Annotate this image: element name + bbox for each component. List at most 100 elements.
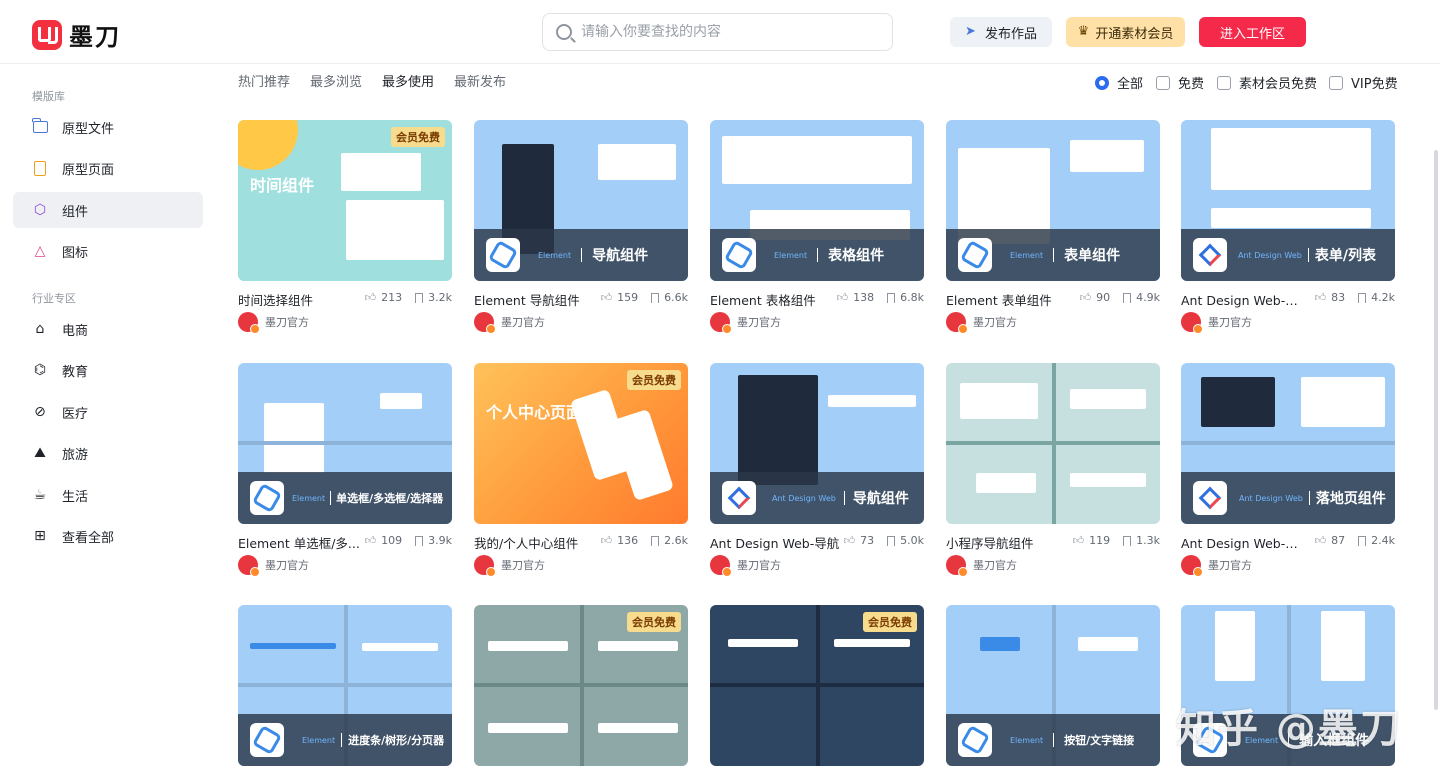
publish-button[interactable]: ➤ 发布作品 — [950, 17, 1052, 47]
template-card[interactable]: Ant Design Web 落地页组件 Ant Design Web-落...… — [1181, 363, 1395, 577]
card-thumbnail[interactable]: Element 按钮/文字链接 — [946, 605, 1160, 766]
sidebar-item-ecommerce[interactable]: ⌂ 电商 — [13, 311, 203, 347]
card-thumbnail[interactable]: 会员免费 — [474, 605, 688, 766]
search-box[interactable] — [542, 13, 893, 51]
template-card[interactable]: Element 单选框/多选框/选择器 Element 单选框/多... 👍︎ 1… — [238, 363, 452, 577]
sidebar-item-prototype-pages[interactable]: 原型页面 — [13, 150, 203, 186]
card-thumbnail[interactable]: 时间组件 会员免费 — [238, 120, 452, 281]
thumbs-up-icon[interactable]: 👍︎ — [1080, 291, 1092, 304]
thumbs-up-icon[interactable]: 👍︎ — [1315, 291, 1327, 304]
filter-material-member-free[interactable]: 素材会员免费 — [1217, 73, 1317, 92]
sidebar-item-travel[interactable]: ⛰ 旅游 — [13, 435, 203, 471]
checkbox[interactable] — [1217, 75, 1231, 90]
template-card[interactable]: Element 表单组件 Element 表单组件 👍︎ 90 4.9k 墨刀官方 — [946, 120, 1160, 334]
tab-most-used[interactable]: 最多使用 — [382, 71, 434, 90]
logo[interactable]: 墨刀 — [32, 17, 121, 52]
card-author[interactable]: 墨刀官方 — [474, 312, 545, 334]
card-title[interactable]: Element 单选框/多... — [238, 533, 362, 552]
card-thumbnail[interactable]: Ant Design Web 表单/列表 — [1181, 120, 1395, 281]
search-input[interactable] — [581, 24, 871, 40]
paper-plane-icon: ➤ — [964, 24, 976, 39]
template-card[interactable]: 会员免费 — [710, 605, 924, 766]
template-card[interactable]: 会员免费 — [474, 605, 688, 766]
card-thumbnail[interactable]: Element 单选框/多选框/选择器 — [238, 363, 452, 524]
bookmark-icon[interactable] — [415, 535, 424, 546]
card-thumbnail[interactable]: Ant Design Web 导航组件 — [710, 363, 924, 524]
card-author[interactable]: 墨刀官方 — [238, 312, 309, 334]
template-card[interactable]: 小程序导航组件 👍︎ 119 1.3k 墨刀官方 — [946, 363, 1160, 577]
thumbs-up-icon[interactable]: 👍︎ — [1315, 534, 1327, 547]
card-thumbnail[interactable]: Element 表格组件 — [710, 120, 924, 281]
card-thumbnail[interactable]: 会员免费 — [710, 605, 924, 766]
thumbs-up-icon[interactable]: 👍︎ — [844, 534, 856, 547]
template-card[interactable]: Ant Design Web 表单/列表 Ant Design Web-表...… — [1181, 120, 1395, 334]
template-card[interactable]: Element 导航组件 Element 导航组件 👍︎ 159 6.6k 墨刀官… — [474, 120, 688, 334]
card-thumbnail[interactable]: Element 进度条/树形/分页器 — [238, 605, 452, 766]
bookmark-icon[interactable] — [1123, 535, 1132, 546]
card-author[interactable]: 墨刀官方 — [1181, 312, 1252, 334]
bookmark-icon[interactable] — [1123, 292, 1132, 303]
bookmark-icon[interactable] — [1358, 535, 1367, 546]
sidebar-item-components[interactable]: ⬡ 组件 — [13, 192, 203, 228]
filter-free[interactable]: 免费 — [1156, 73, 1204, 92]
thumbs-up-icon[interactable]: 👍︎ — [601, 291, 613, 304]
card-author[interactable]: 墨刀官方 — [710, 312, 781, 334]
bookmark-icon[interactable] — [887, 292, 896, 303]
template-card[interactable]: 时间组件 会员免费 时间选择组件 👍︎ 213 3.2k 墨刀官方 — [238, 120, 452, 334]
template-card[interactable]: Ant Design Web 导航组件 Ant Design Web-导航 👍︎… — [710, 363, 924, 577]
member-label: 开通素材会员 — [1095, 26, 1174, 42]
template-card[interactable]: Element 进度条/树形/分页器 — [238, 605, 452, 766]
card-author[interactable]: 墨刀官方 — [474, 555, 545, 577]
scrollbar[interactable] — [1434, 150, 1438, 710]
card-author[interactable]: 墨刀官方 — [710, 555, 781, 577]
card-title[interactable]: 小程序导航组件 — [946, 533, 1076, 552]
filter-all[interactable]: 全部 — [1095, 73, 1143, 92]
card-title[interactable]: Element 表单组件 — [946, 290, 1076, 309]
thumbs-up-icon[interactable]: 👍︎ — [837, 291, 849, 304]
card-author[interactable]: 墨刀官方 — [238, 555, 309, 577]
card-author[interactable]: 墨刀官方 — [946, 312, 1017, 334]
sidebar-item-view-all[interactable]: ⊞ 查看全部 — [13, 518, 203, 554]
card-thumbnail[interactable]: Ant Design Web 落地页组件 — [1181, 363, 1395, 524]
card-title[interactable]: 时间选择组件 — [238, 290, 368, 309]
bookmark-icon[interactable] — [651, 292, 660, 303]
bookmark-icon[interactable] — [887, 535, 896, 546]
card-title[interactable]: Element 表格组件 — [710, 290, 840, 309]
tab-popular[interactable]: 热门推荐 — [238, 71, 290, 90]
bookmark-icon[interactable] — [651, 535, 660, 546]
checkbox[interactable] — [1156, 75, 1170, 90]
tab-most-viewed[interactable]: 最多浏览 — [310, 71, 362, 90]
template-card[interactable]: Element 按钮/文字链接 — [946, 605, 1160, 766]
card-title[interactable]: Element 导航组件 — [474, 290, 604, 309]
member-button[interactable]: ♛ 开通素材会员 — [1066, 17, 1185, 47]
card-title[interactable]: Ant Design Web-导航 — [710, 533, 844, 552]
avatar — [474, 555, 496, 577]
filter-vip-free[interactable]: VIP免费 — [1329, 73, 1398, 92]
sidebar-item-life[interactable]: ☕ 生活 — [13, 477, 203, 513]
radio-selected[interactable] — [1095, 75, 1109, 90]
card-title[interactable]: 我的/个人中心组件 — [474, 533, 604, 552]
card-author[interactable]: 墨刀官方 — [946, 555, 1017, 577]
thumbs-up-icon[interactable]: 👍︎ — [601, 534, 613, 547]
template-card[interactable]: 个人中心页面 会员免费 我的/个人中心组件 👍︎ 136 2.6k 墨刀官方 — [474, 363, 688, 577]
thumbs-up-icon[interactable]: 👍︎ — [365, 534, 377, 547]
card-thumbnail[interactable]: Element 表单组件 — [946, 120, 1160, 281]
sidebar-item-education[interactable]: ⌬ 教育 — [13, 352, 203, 388]
sidebar-item-medical[interactable]: ⊘ 医疗 — [13, 394, 203, 430]
card-thumbnail[interactable]: 个人中心页面 会员免费 — [474, 363, 688, 524]
card-thumbnail[interactable] — [946, 363, 1160, 524]
tab-newest[interactable]: 最新发布 — [454, 71, 506, 90]
sidebar-item-icons[interactable]: △ 图标 — [13, 233, 203, 269]
thumbs-up-icon[interactable]: 👍︎ — [365, 291, 377, 304]
card-title[interactable]: Ant Design Web-表... — [1181, 290, 1309, 309]
card-title[interactable]: Ant Design Web-落... — [1181, 533, 1309, 552]
template-card[interactable]: Element 表格组件 Element 表格组件 👍︎ 138 6.8k 墨刀官… — [710, 120, 924, 334]
workspace-button[interactable]: 进入工作区 — [1199, 17, 1306, 47]
bookmark-icon[interactable] — [415, 292, 424, 303]
bookmark-icon[interactable] — [1358, 292, 1367, 303]
sidebar-item-prototype-files[interactable]: 原型文件 — [13, 109, 203, 145]
card-author[interactable]: 墨刀官方 — [1181, 555, 1252, 577]
thumbs-up-icon[interactable]: 👍︎ — [1073, 534, 1085, 547]
checkbox[interactable] — [1329, 75, 1343, 90]
card-thumbnail[interactable]: Element 导航组件 — [474, 120, 688, 281]
